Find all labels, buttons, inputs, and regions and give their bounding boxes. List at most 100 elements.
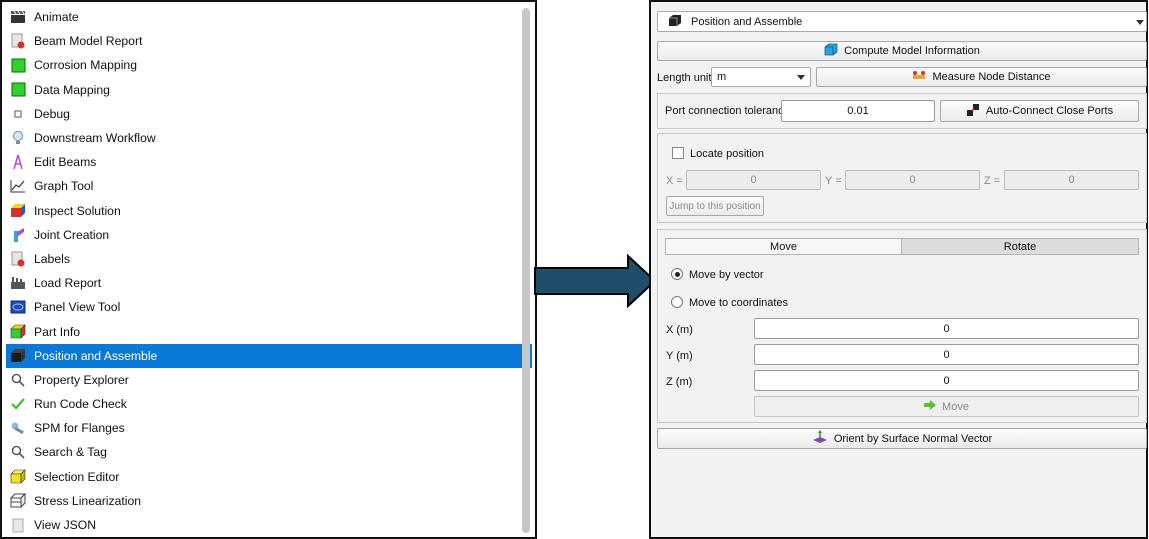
- length-unit-value: m: [717, 71, 727, 83]
- jump-label: Jump to this position: [669, 200, 761, 212]
- list-item[interactable]: Selection Editor: [6, 465, 532, 489]
- beam-icon: [9, 153, 27, 171]
- list-item-label: Beam Model Report: [34, 34, 143, 49]
- list-item-label: View JSON: [34, 518, 97, 533]
- list-item-label: SPM for Flanges: [34, 421, 125, 436]
- tab-rotate-label: Rotate: [1003, 240, 1037, 253]
- tool-select-dropdown[interactable]: Position and Assemble: [657, 11, 1147, 32]
- list-item[interactable]: Joint Creation: [6, 223, 532, 247]
- wrench-icon: [9, 419, 27, 437]
- z-value: 0: [943, 374, 950, 387]
- length-unit-label: Length unit: [657, 72, 712, 84]
- clapperboard-icon: [9, 8, 27, 26]
- locate-position-label: Locate position: [690, 148, 764, 160]
- part-cube-icon: [9, 323, 27, 341]
- list-item-label: Panel View Tool: [34, 300, 121, 315]
- list-item-label: Joint Creation: [34, 227, 110, 242]
- list-item-label: Animate: [34, 10, 79, 25]
- label-icon: [9, 250, 27, 268]
- list-item[interactable]: Corrosion Mapping: [6, 53, 532, 77]
- list-item[interactable]: Inspect Solution: [6, 199, 532, 223]
- y-value: 0: [943, 348, 950, 361]
- locate-position-checkbox[interactable]: [672, 147, 684, 159]
- list-item[interactable]: Panel View Tool: [6, 295, 532, 319]
- length-unit-select[interactable]: m: [711, 67, 811, 87]
- measure-node-distance-button[interactable]: Measure Node Distance: [816, 67, 1147, 87]
- move-button[interactable]: Move: [754, 396, 1139, 417]
- list-item[interactable]: View JSON: [6, 513, 532, 537]
- list-item-label: Selection Editor: [34, 469, 120, 484]
- compute-model-info-button[interactable]: Compute Model Information: [657, 41, 1147, 61]
- list-item[interactable]: Data Mapping: [6, 78, 532, 102]
- small-square-icon: [9, 105, 27, 123]
- surface-normal-icon: [812, 430, 828, 447]
- list-item[interactable]: Stress Linearization: [6, 489, 532, 513]
- x-value: 0: [943, 322, 950, 335]
- locate-x-value: 0: [750, 174, 757, 186]
- tab-rotate[interactable]: Rotate: [901, 238, 1139, 255]
- move-button-label: Move: [942, 400, 969, 413]
- move-by-vector-radio[interactable]: [671, 268, 683, 280]
- list-item[interactable]: Search & Tag: [6, 440, 532, 464]
- list-item[interactable]: Labels: [6, 247, 532, 271]
- lightbulb-icon: [9, 129, 27, 147]
- magnifier-icon: [9, 443, 27, 461]
- tab-move[interactable]: Move: [665, 238, 902, 255]
- port-tolerance-label: Port connection tolerance: [665, 105, 790, 117]
- list-item[interactable]: Load Report: [6, 271, 532, 295]
- green-square-icon: [9, 81, 27, 99]
- black-cube-icon: [9, 347, 27, 365]
- list-item[interactable]: Run Code Check: [6, 392, 532, 416]
- report-icon: [9, 32, 27, 50]
- list-item[interactable]: SPM for Flanges: [6, 416, 532, 440]
- list-scrollbar[interactable]: [522, 8, 530, 533]
- jump-to-position-button[interactable]: Jump to this position: [666, 196, 764, 216]
- checkmark-icon: [9, 395, 27, 413]
- list-item[interactable]: Edit Beams: [6, 150, 532, 174]
- locate-x-input[interactable]: 0: [686, 170, 821, 190]
- position-assemble-panel: Position and Assemble Compute Model Info…: [649, 0, 1148, 539]
- locate-y-input[interactable]: 0: [845, 170, 980, 190]
- auto-connect-ports-button[interactable]: Auto-Connect Close Ports: [940, 100, 1139, 122]
- locate-z-input[interactable]: 0: [1004, 170, 1139, 190]
- move-by-vector-label: Move by vector: [689, 269, 764, 281]
- ruler-icon: [912, 70, 926, 85]
- list-item-label: Inspect Solution: [34, 203, 121, 218]
- list-item-label: Corrosion Mapping: [34, 58, 137, 73]
- chevron-down-icon: [797, 75, 805, 80]
- move-to-coordinates-radio[interactable]: [671, 296, 683, 308]
- list-item[interactable]: Graph Tool: [6, 174, 532, 198]
- x-input[interactable]: 0: [754, 318, 1139, 339]
- list-item[interactable]: Downstream Workflow: [6, 126, 532, 150]
- port-tolerance-value: 0.01: [847, 105, 869, 117]
- list-item[interactable]: Beam Model Report: [6, 29, 532, 53]
- tool-list-panel: Animate Beam Model Report Corrosion Mappin…: [0, 0, 537, 539]
- list-item-label: Downstream Workflow: [34, 131, 156, 146]
- z-input[interactable]: 0: [754, 370, 1139, 391]
- measure-label: Measure Node Distance: [932, 71, 1051, 83]
- list-item-label: Property Explorer: [34, 372, 129, 387]
- panel-icon: [9, 298, 27, 316]
- list-item[interactable]: Part Info: [6, 319, 532, 343]
- arrow-right-icon: [924, 400, 937, 413]
- chevron-down-icon: [1136, 20, 1144, 25]
- list-item[interactable]: Debug: [6, 102, 532, 126]
- z-label: Z (m): [666, 376, 693, 388]
- list-item[interactable]: Animate: [6, 5, 532, 29]
- locate-z-label: Z =: [984, 175, 1001, 187]
- joint-icon: [9, 226, 27, 244]
- list-item-label: Run Code Check: [34, 397, 127, 412]
- list-item-label: Graph Tool: [34, 179, 94, 194]
- magnifier-icon: [9, 371, 27, 389]
- blue-cube-icon: [824, 43, 838, 59]
- auto-connect-label: Auto-Connect Close Ports: [985, 105, 1114, 117]
- list-item[interactable]: Property Explorer: [6, 368, 532, 392]
- list-item-label: Stress Linearization: [34, 493, 142, 508]
- orient-surface-normal-button[interactable]: Orient by Surface Normal Vector: [657, 428, 1147, 449]
- port-tolerance-input[interactable]: 0.01: [781, 100, 935, 122]
- move-to-coordinates-label: Move to coordinates: [689, 297, 789, 309]
- list-item[interactable]: Position and Assemble: [6, 343, 532, 368]
- locate-z-value: 0: [1068, 174, 1075, 186]
- y-input[interactable]: 0: [754, 344, 1139, 365]
- orient-label: Orient by Surface Normal Vector: [833, 432, 993, 445]
